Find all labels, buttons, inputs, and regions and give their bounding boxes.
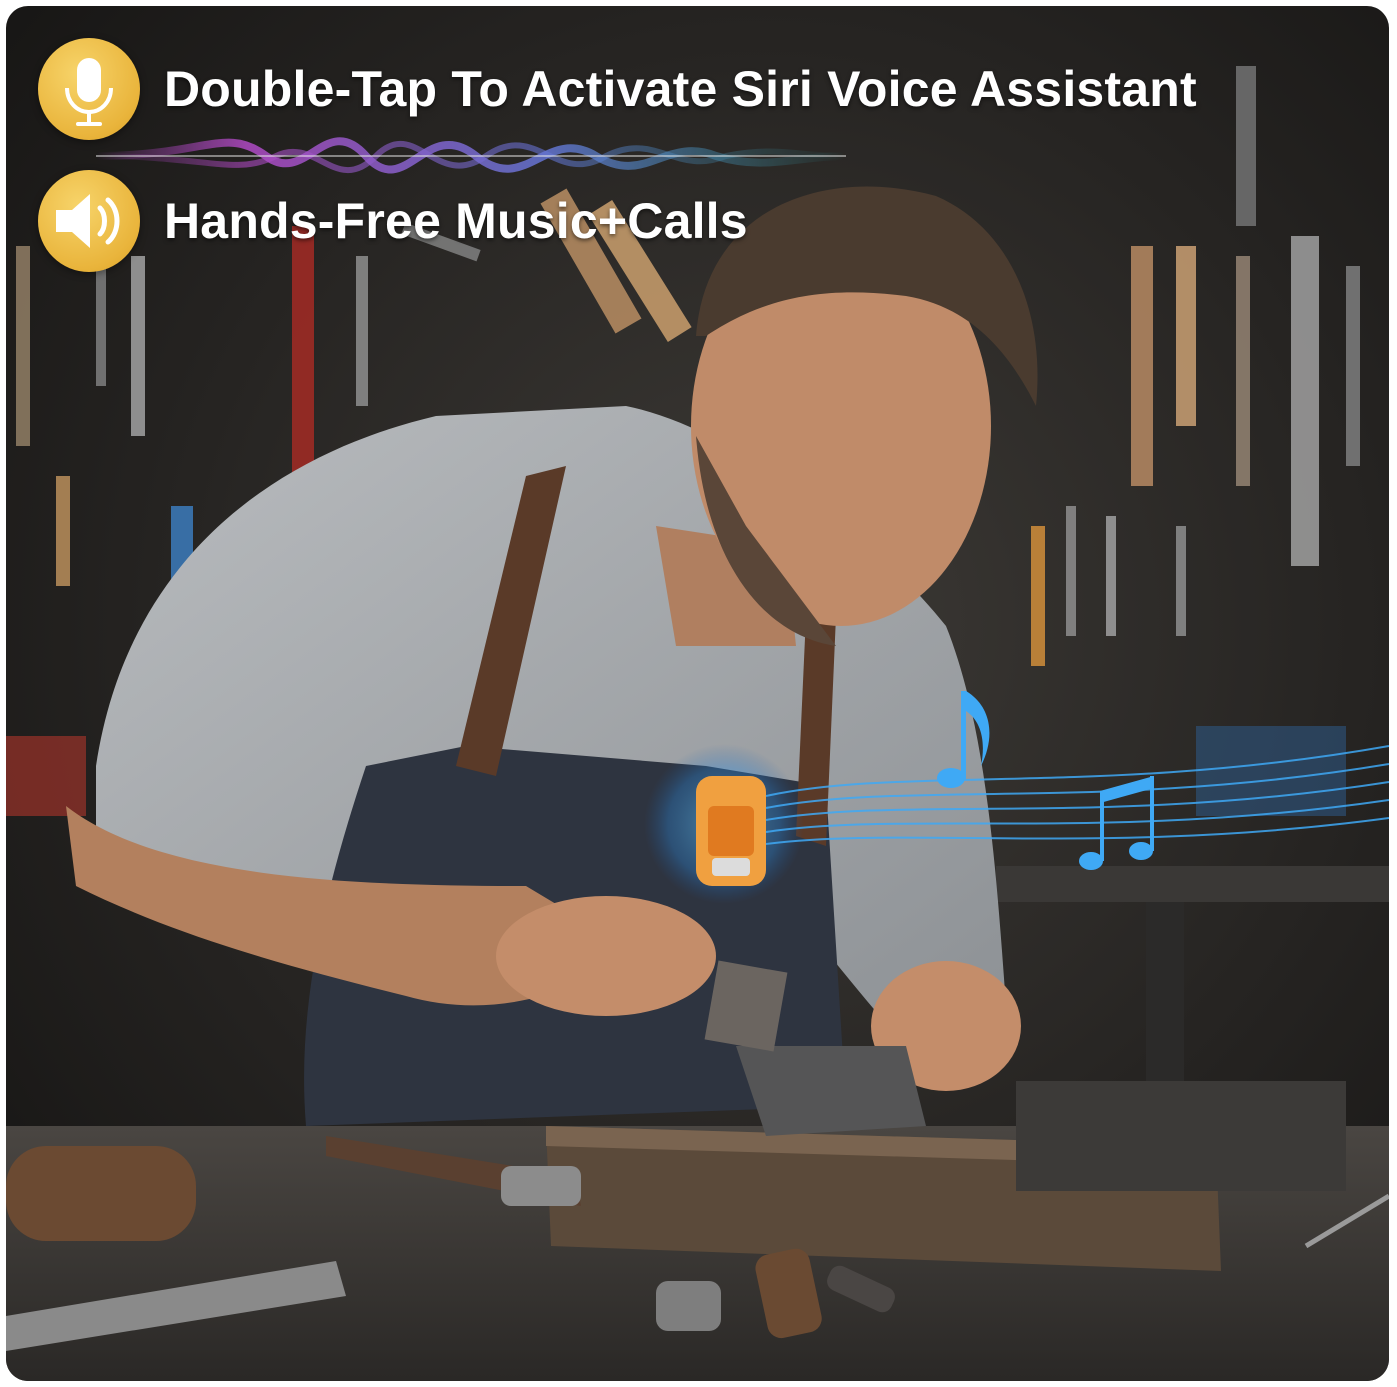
speaker-badge (38, 170, 140, 272)
microphone-icon (65, 58, 113, 126)
speaker-icon (56, 194, 120, 248)
feature-headline-siri: Double-Tap To Activate Siri Voice Assist… (164, 61, 1197, 117)
feature-headline-handsfree: Hands-Free Music+Calls (164, 193, 748, 249)
photo-frame: Double-Tap To Activate Siri Voice Assist… (6, 6, 1389, 1381)
microphone-badge (38, 38, 140, 140)
voice-waveform (95, 137, 847, 174)
